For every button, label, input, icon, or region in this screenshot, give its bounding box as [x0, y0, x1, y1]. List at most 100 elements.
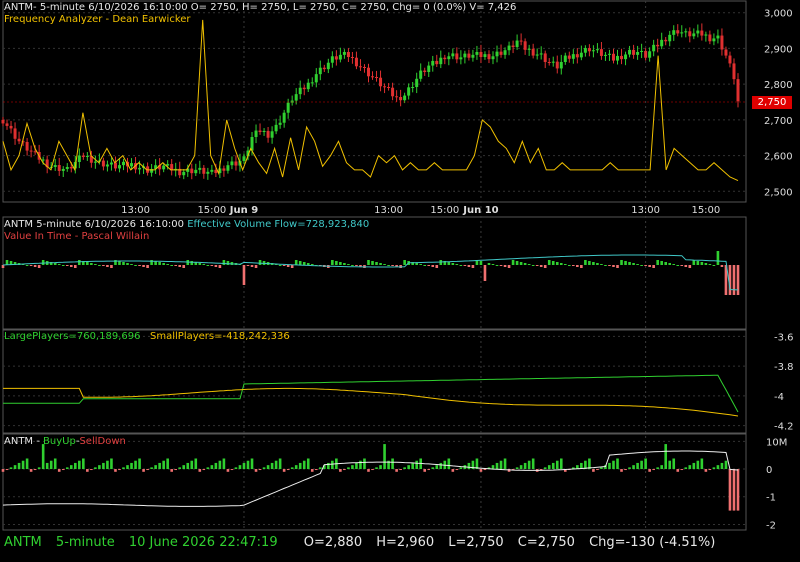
candle-body	[704, 34, 708, 36]
candle-body	[459, 57, 463, 60]
candle-body	[194, 169, 198, 174]
buysell-bar	[73, 462, 77, 470]
buysell-bar	[612, 460, 615, 470]
vit-bar	[576, 265, 579, 267]
indicator-label: Frequency Analyzer - Dean Earwicker	[4, 14, 191, 25]
buysell-bar	[720, 462, 724, 470]
candle-body	[117, 165, 121, 169]
chart-canvas: 2,500 2,600 2,700 2,800 2,900 3,000 13:00 15:00…	[1, 0, 794, 531]
candle-body	[206, 171, 210, 174]
time-tick-label: 15:00	[430, 205, 459, 216]
candle-body	[491, 56, 495, 60]
panel3-title: LargePlayers=760,189,696 SmallPlayers=-4…	[4, 331, 290, 343]
candle-body	[519, 40, 523, 42]
price-header: ANTM- 5-minute 6/10/2026 16:10:00 O= 275…	[4, 2, 517, 13]
buysell-tick-label: -2	[766, 520, 776, 531]
buysell-bar	[162, 460, 165, 470]
buysell-bar	[640, 460, 643, 470]
candle-body	[101, 160, 105, 167]
buysell-bar	[499, 460, 503, 470]
buysell-bar	[439, 462, 443, 470]
buysell-bar	[198, 469, 202, 472]
vit-bar	[499, 265, 503, 266]
candle-body	[571, 54, 575, 59]
candle-body	[358, 66, 362, 68]
vit-bar	[636, 264, 639, 265]
players-tick-label: -3.6	[774, 332, 794, 343]
buysell-bar	[49, 460, 53, 470]
candle-body	[138, 167, 142, 170]
vit-bar	[427, 265, 431, 266]
vit-bar	[592, 262, 595, 265]
buysell-bar	[170, 469, 173, 472]
buysell-bar	[238, 465, 242, 470]
candle-body	[375, 77, 379, 78]
vit-bar	[503, 265, 507, 267]
vit-bar	[347, 264, 350, 265]
buysell-bar	[519, 465, 523, 470]
candle-body	[431, 60, 435, 66]
buysell-bar	[310, 469, 314, 472]
candle-body	[652, 44, 656, 52]
candle-body	[17, 138, 21, 142]
vit-bar	[339, 262, 342, 265]
players-tick-label: -4.2	[774, 422, 794, 433]
candle-body	[736, 79, 740, 102]
vit-bar	[53, 263, 57, 265]
vit-bar	[652, 265, 655, 268]
panel-frame-4	[2, 433, 747, 531]
vit-bar	[391, 265, 394, 266]
buysell-bar	[9, 467, 13, 470]
vit-bar	[507, 265, 511, 268]
buysell-bar	[274, 460, 278, 470]
vit-bar	[451, 263, 455, 265]
vit-bar	[539, 265, 543, 267]
status-footer: ANTM 5-minute 10 June 2026 22:47:19 O=2,…	[4, 535, 725, 550]
candle-body	[314, 74, 318, 83]
buysell-bar	[182, 465, 186, 470]
vit-bar	[531, 265, 535, 266]
buysell-bar	[270, 462, 274, 470]
vit-bar	[146, 265, 149, 268]
candle-body	[270, 131, 274, 138]
selldown-label: SellDown	[79, 436, 126, 447]
candle-body	[306, 82, 310, 90]
vit-bar	[523, 263, 527, 265]
buysell-bar	[732, 469, 736, 511]
vit-bar	[732, 265, 736, 295]
vit-bar	[704, 263, 708, 265]
vit-bar	[688, 265, 692, 268]
buysell-bar	[379, 465, 382, 470]
candle-body	[535, 54, 539, 56]
buysell-bar	[202, 469, 206, 471]
candle-body	[366, 67, 370, 77]
buysell-bar	[254, 469, 258, 472]
buysell-bar	[210, 465, 214, 470]
vit-bar	[286, 265, 290, 267]
buysell-bar	[696, 460, 700, 470]
buysell-bar	[118, 469, 121, 471]
vit-bar	[106, 265, 109, 267]
vit-bar	[455, 264, 459, 265]
candle-body	[523, 41, 527, 50]
vit-bar	[403, 260, 406, 265]
vit-bar	[102, 265, 105, 266]
vit-bar	[584, 260, 587, 265]
vit-bar	[351, 265, 354, 266]
buysell-bar	[467, 462, 471, 470]
candle-body	[290, 100, 294, 103]
vit-bar	[720, 265, 724, 267]
vit-bar	[214, 265, 218, 267]
buysell-bar	[375, 467, 378, 470]
candle-body	[81, 155, 85, 157]
buysell-bar	[391, 458, 394, 470]
frequency-analyzer-line	[2, 19, 739, 182]
buysell-bar	[250, 458, 254, 470]
candle-body	[728, 55, 732, 64]
vit-bar	[367, 260, 370, 265]
vit-bar	[684, 265, 688, 267]
vit-bar	[668, 263, 672, 265]
buysell-bar	[234, 467, 238, 470]
vit-bar	[335, 261, 338, 265]
vit-bar	[487, 263, 491, 265]
